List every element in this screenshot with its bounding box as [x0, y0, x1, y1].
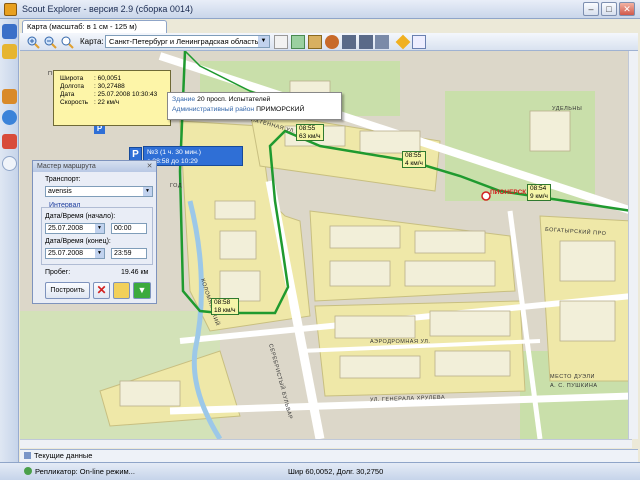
magnifier-icon[interactable]: [60, 35, 74, 49]
street-label: ГОД: [170, 183, 183, 189]
street-label: МЕСТО ДУЭЛИ: [550, 374, 595, 380]
calendar-icon[interactable]: [2, 134, 17, 149]
route-wizard-panel: Мастер маршрута ✕ Транспорт: avensis ▼ И…: [32, 160, 157, 304]
stop-tag[interactable]: №3 (1 ч. 30 мин.) с 08:58 до 10:29: [143, 146, 243, 166]
popup-row: Скорость: 22 км/ч: [60, 99, 120, 106]
maximize-button[interactable]: □: [601, 2, 617, 16]
building: [404, 260, 496, 287]
transport-label: Транспорт:: [45, 176, 81, 183]
layers-icon[interactable]: [274, 35, 288, 49]
map-select-value: Санкт-Петербург и Ленинградская область: [109, 37, 259, 46]
street-label: АЭРОДРОМНАЯ УЛ.: [370, 339, 431, 345]
vertical-scrollbar[interactable]: [628, 51, 638, 439]
building: [529, 110, 571, 152]
search-icon[interactable]: [2, 156, 17, 171]
zoom-in-icon[interactable]: [26, 35, 40, 49]
tab-map[interactable]: Карта (масштаб: в 1 см - 125 м): [22, 20, 167, 33]
chevron-down-icon[interactable]: ▼: [95, 249, 104, 258]
start-label: Дата/Время (начало):: [45, 213, 116, 220]
replicator-status: Репликатор: On-line режим...: [35, 467, 135, 476]
building: [219, 230, 257, 260]
connection-status-icon: [24, 467, 32, 475]
building: [559, 300, 616, 342]
speed-tag[interactable]: 08:54 9 км/ч: [527, 184, 551, 201]
speed-tag[interactable]: 08:55 63 км/ч: [296, 124, 324, 141]
notes-icon[interactable]: [2, 44, 17, 59]
cursor-coordinates: Шир 60,0052, Долг. 30,2750: [288, 467, 384, 476]
map-view-icon[interactable]: [2, 24, 17, 39]
horizontal-scrollbar[interactable]: [20, 439, 632, 448]
status-bar: Репликатор: On-line режим... Шир 60,0052…: [0, 462, 640, 480]
end-label: Дата/Время (конец):: [45, 238, 111, 245]
street-label: А. С. ПУШКИНА: [550, 383, 598, 389]
chevron-down-icon[interactable]: ▼: [258, 36, 269, 47]
fill-area-icon[interactable]: [291, 35, 305, 49]
building: [329, 225, 401, 249]
download-arrow-icon[interactable]: ▼: [133, 282, 151, 299]
zoom-out-icon[interactable]: [43, 35, 57, 49]
map-select[interactable]: Санкт-Петербург и Ленинградская область …: [105, 35, 270, 48]
building: [429, 310, 511, 337]
bottom-tab-bar: Текущие данные: [20, 449, 638, 462]
building: [559, 240, 616, 282]
help-icon[interactable]: [2, 110, 17, 125]
app-icon: [4, 3, 17, 16]
building: [339, 355, 421, 379]
binoculars-2-icon[interactable]: [359, 35, 373, 49]
map-toolbar: Карта: Санкт-Петербург и Ленинградская о…: [20, 33, 638, 51]
building-tooltip: Здание 20 просп. Испытателей Администрат…: [167, 92, 342, 120]
tab-current-data[interactable]: Текущие данные: [34, 451, 92, 460]
minimize-button[interactable]: –: [583, 2, 599, 16]
close-button[interactable]: ✕: [619, 2, 635, 16]
map-label: Карта:: [80, 37, 104, 46]
warning-icon[interactable]: [395, 34, 411, 50]
building: [359, 130, 421, 154]
delete-icon[interactable]: ✕: [93, 282, 110, 299]
edit-icon[interactable]: [113, 282, 130, 299]
building: [329, 260, 391, 287]
car-icon[interactable]: [375, 35, 389, 49]
route-icon[interactable]: [308, 35, 322, 49]
speed-tag[interactable]: 08:55 4 км/ч: [402, 151, 426, 168]
metro-icon: [481, 191, 491, 201]
street-label: УДЕЛЬНЫ: [552, 106, 583, 112]
building: [414, 230, 486, 254]
building: [214, 200, 256, 220]
end-date-field[interactable]: 25.07.2008 ▼: [45, 248, 105, 259]
title-bar: Scout Explorer - версия 2.9 (сборка 0014…: [0, 0, 640, 19]
popup-row: Широта: 60,0051: [60, 75, 122, 82]
window-title: Scout Explorer - версия 2.9 (сборка 0014…: [22, 4, 193, 14]
building: [119, 380, 181, 407]
binoculars-icon[interactable]: [342, 35, 356, 49]
stop-icon[interactable]: [325, 35, 339, 49]
start-time-field[interactable]: 00:00: [111, 223, 147, 234]
mileage-label: Пробег:: [45, 269, 71, 276]
building: [219, 270, 261, 302]
stop-parking-icon[interactable]: P: [129, 147, 142, 161]
chevron-down-icon[interactable]: ▼: [143, 187, 152, 196]
table-icon: [24, 452, 31, 459]
close-icon[interactable]: ✕: [145, 162, 154, 171]
track-point-popup: Широта: 60,0051 Долгота: 30,27488 Дата: …: [53, 70, 171, 126]
edit-icon[interactable]: [2, 89, 17, 104]
left-toolbar: [0, 19, 19, 480]
build-route-button[interactable]: Построить: [45, 282, 90, 299]
popup-row: Дата: 25.07.2008 10:30:43: [60, 91, 158, 98]
building: [434, 350, 511, 377]
building: [334, 315, 416, 339]
wizard-title: Мастер маршрута: [33, 161, 156, 172]
popup-row: Долгота: 30,27488: [60, 83, 125, 90]
speed-tag[interactable]: 08:58 18 км/ч: [211, 298, 239, 315]
chevron-down-icon[interactable]: ▼: [95, 224, 104, 233]
end-time-field[interactable]: 23:59: [111, 248, 147, 259]
start-date-field[interactable]: 25.07.2008 ▼: [45, 223, 105, 234]
transport-select[interactable]: avensis ▼: [45, 186, 153, 197]
mileage-value: 19.46 км: [121, 269, 149, 276]
timer-icon[interactable]: [412, 35, 426, 49]
metro-station-label: ПИОНЕРСК: [490, 189, 527, 196]
